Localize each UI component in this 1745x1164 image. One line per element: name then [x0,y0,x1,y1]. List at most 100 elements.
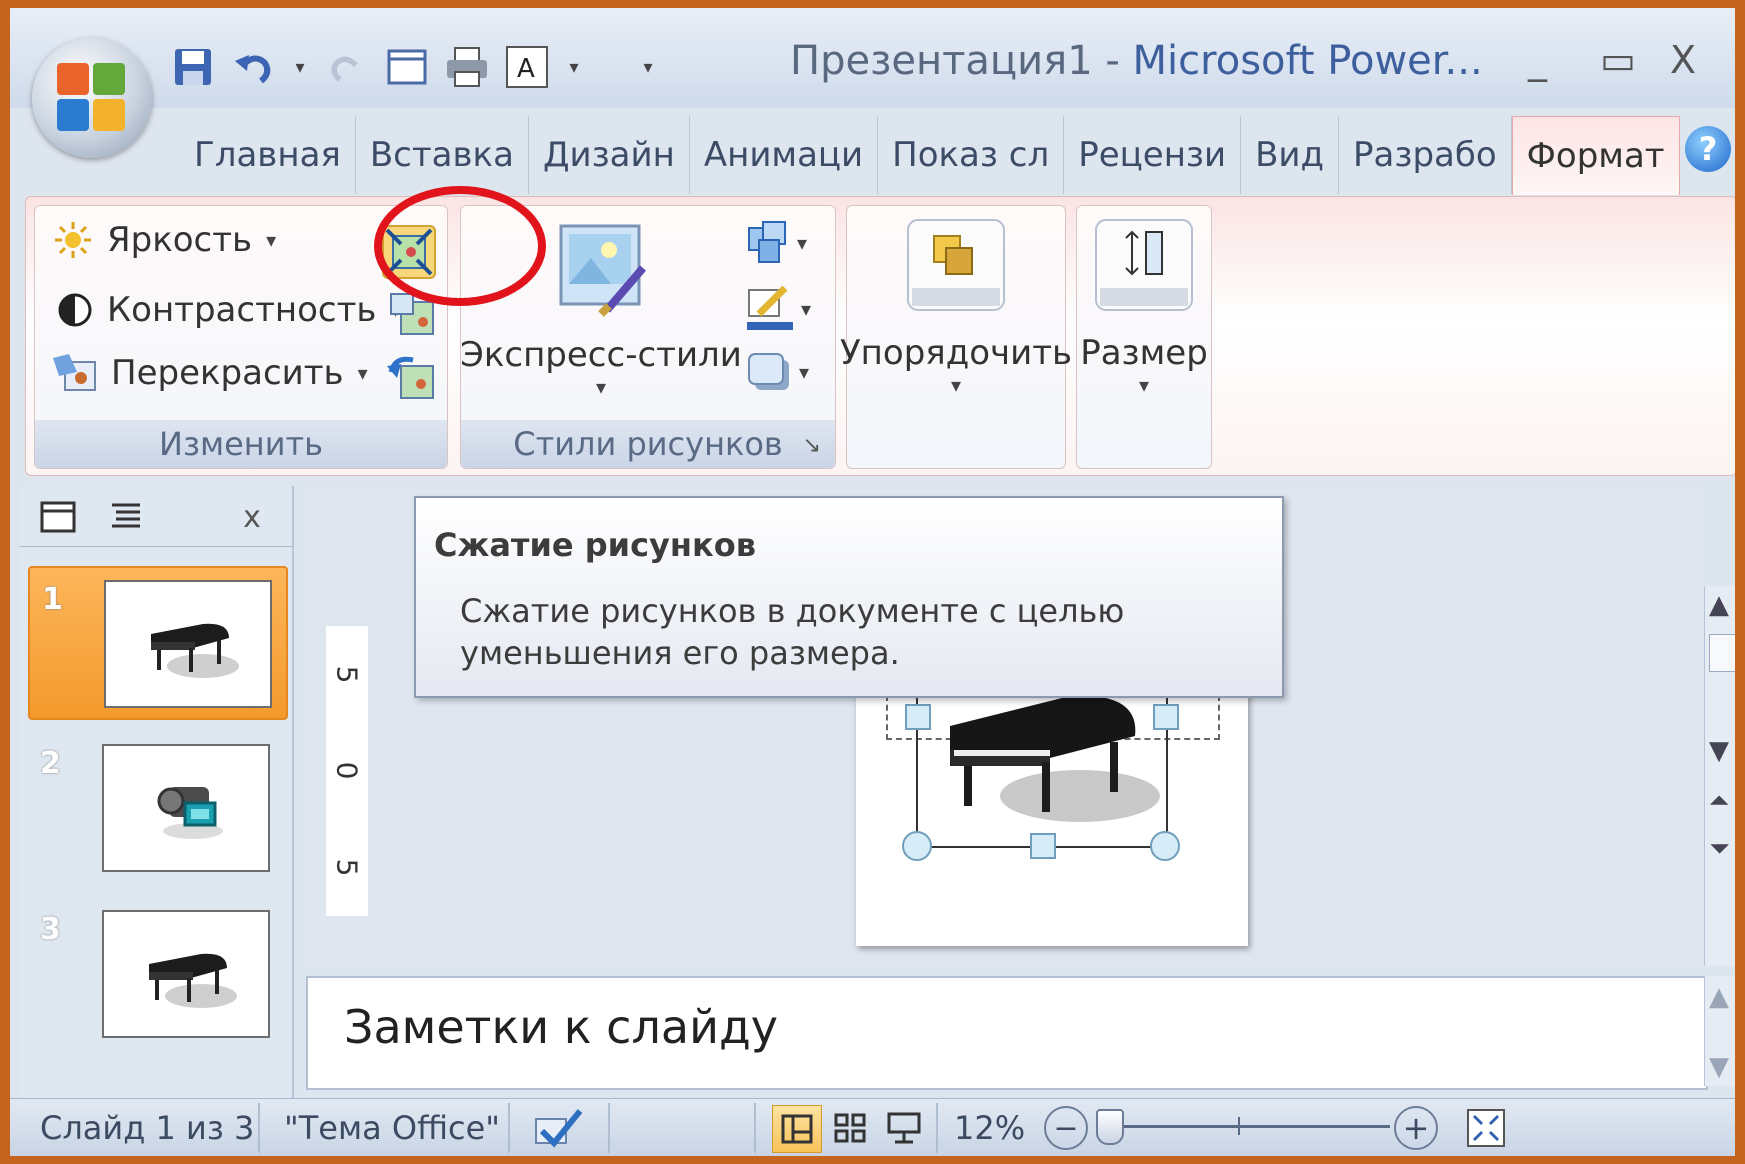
resize-handle[interactable] [1030,833,1056,859]
print-icon[interactable] [444,44,490,90]
scroll-up-icon[interactable]: ▲ [1709,590,1729,620]
scroll-down-icon[interactable]: ▼ [1709,1052,1729,1082]
chevron-down-icon: ▾ [799,360,810,384]
undo-dropdown-icon[interactable]: ▾ [290,44,310,90]
notes-pane[interactable]: Заметки к слайду [306,976,1708,1090]
minimize-button[interactable]: _ [1528,38,1547,82]
recolor-button[interactable]: Перекрасить ▾ [51,352,368,394]
reset-picture-button[interactable] [387,352,437,402]
zoom-in-icon: + [1394,1106,1438,1150]
ruler-tick: 5 [330,858,364,877]
vertical-scrollbar[interactable]: ▲ ▼ ⏶ ⏷ [1704,586,1735,966]
redo-icon[interactable] [324,44,370,90]
tooltip-body: Сжатие рисунков в документе с целью умен… [460,592,1125,672]
zoom-in-button[interactable]: + [1394,1099,1438,1156]
tab-view[interactable]: Вид [1241,116,1340,194]
camcorder-icon [157,787,223,839]
resize-handle[interactable] [905,704,931,730]
powerpoint-window: ▾ A ▾ ▾ Презентация1 - Microsoft Power..… [10,8,1735,1156]
zoom-level[interactable]: 12% [954,1099,1025,1156]
arrange-group: Упорядочить ▾ [840,205,1072,469]
slide-number: 1 [42,582,63,617]
theme-name[interactable]: "Тема Office" [284,1099,500,1156]
slide-sorter-icon [834,1113,866,1143]
quick-access-toolbar: ▾ A ▾ ▾ [170,36,658,98]
compress-pictures-icon [382,225,436,279]
chevron-down-icon: ▾ [357,361,368,385]
dialog-launcher-icon[interactable]: ↘ [803,433,821,458]
maximize-button[interactable]: ▭ [1600,38,1636,82]
notes-placeholder: Заметки к слайду [344,1000,778,1054]
spell-check-icon[interactable] [530,1099,584,1156]
size-button[interactable]: Размер ▾ [1077,218,1211,397]
normal-view-icon [781,1114,813,1144]
scroll-thumb[interactable] [1709,634,1735,672]
window-title: Презентация1 - Microsoft Power... [790,38,1483,84]
undo-icon[interactable] [230,44,276,90]
picture-shape-button[interactable]: ▾ [745,220,807,266]
office-button[interactable] [32,38,152,158]
change-picture-button[interactable] [389,292,437,338]
quick-styles-button[interactable]: Экспресс-стили ▾ [460,218,742,399]
status-bar: Слайд 1 из 3 "Тема Office" 12% − + [10,1098,1735,1156]
picture-effects-icon [748,353,789,390]
fit-to-window-button[interactable] [1462,1105,1510,1151]
save-icon[interactable] [170,44,216,90]
slide-layout-icon[interactable] [384,44,430,90]
outline-tab-icon[interactable] [94,492,158,542]
tab-animations[interactable]: Анимаци [690,116,879,194]
office-button-icon [57,63,127,133]
slide-sorter-button[interactable] [826,1105,874,1151]
resize-handle[interactable] [1153,704,1179,730]
quick-styles-label: Экспресс-стили [460,335,742,375]
tab-insert[interactable]: Вставка [356,116,529,194]
picture-effects-button[interactable]: ▾ [745,350,809,394]
close-button[interactable]: X [1670,38,1696,82]
normal-view-button[interactable] [772,1105,822,1153]
help-icon[interactable]: ? [1685,126,1731,172]
compress-pictures-button[interactable] [381,224,437,280]
ruler-tick: 0 [330,762,364,780]
contrast-label: Контрастность [107,290,377,330]
chevron-down-icon: ▾ [950,373,962,397]
resize-handle[interactable] [1150,831,1180,861]
adjust-group: Яркость ▾ Контрастность ▾ Перекрасить ▾ [34,205,448,469]
picture-border-button[interactable]: ▾ [745,286,811,332]
size-label: Размер [1080,333,1208,373]
font-size-icon[interactable]: A [504,44,550,90]
tab-home[interactable]: Главная [180,116,356,194]
tab-slideshow[interactable]: Показ сл [878,116,1065,194]
slideshow-button[interactable] [880,1105,928,1151]
scroll-up-icon[interactable]: ▲ [1709,982,1729,1012]
slide-thumbnail-2[interactable]: 2 [28,732,284,882]
tab-format[interactable]: Формат [1511,116,1680,195]
ribbon: Яркость ▾ Контрастность ▾ Перекрасить ▾ [25,196,1735,476]
zoom-thumb[interactable] [1096,1109,1124,1145]
zoom-out-button[interactable]: − [1044,1099,1088,1156]
change-picture-icon [390,293,434,335]
contrast-button[interactable]: Контрастность ▾ [57,290,401,330]
tab-developer[interactable]: Разрабо [1339,116,1512,194]
resize-handle[interactable] [902,831,932,861]
next-slide-icon[interactable]: ⏷ [1709,834,1730,865]
close-pane-button[interactable]: x [220,492,284,542]
fit-to-window-icon [1467,1109,1505,1147]
picture-styles-group: Экспресс-стили ▾ ▾ ▾ ▾ Стили рисунков ↘ [460,205,836,469]
font-size-dropdown-icon[interactable]: ▾ [564,44,584,90]
notes-scrollbar[interactable]: ▲ ▼ [1704,976,1735,1086]
tooltip-title: Сжатие рисунков [434,526,756,564]
zoom-slider[interactable] [1100,1125,1390,1128]
tab-design[interactable]: Дизайн [529,116,690,194]
brightness-button[interactable]: Яркость ▾ [53,220,276,260]
brightness-icon [53,220,93,260]
tab-review[interactable]: Рецензи [1064,116,1242,194]
slide-thumbnail-1[interactable]: 1 [28,566,288,720]
slides-tab-icon[interactable] [26,492,90,542]
picture-styles-group-label: Стили рисунков [461,420,835,468]
previous-slide-icon[interactable]: ⏶ [1709,786,1730,817]
customize-qat-icon[interactable]: ▾ [638,44,658,90]
slide-preview [102,744,270,872]
arrange-button[interactable]: Упорядочить ▾ [840,218,1072,397]
scroll-down-icon[interactable]: ▼ [1709,736,1729,766]
slide-thumbnail-3[interactable]: 3 [28,898,284,1048]
